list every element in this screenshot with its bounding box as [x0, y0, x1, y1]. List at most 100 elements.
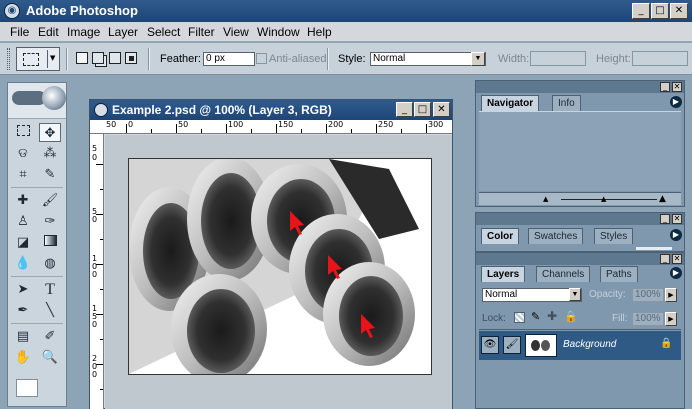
notes-tool-icon[interactable]: ▤ — [12, 327, 34, 346]
lock-all-icon[interactable]: 🔒 — [564, 310, 578, 323]
eyedropper-tool-icon[interactable]: ✐ — [39, 327, 61, 346]
document-canvas[interactable] — [128, 158, 432, 375]
tab-info[interactable]: Info — [552, 95, 581, 111]
lasso-tool-icon[interactable]: ଡ — [12, 144, 34, 163]
blend-mode-select[interactable]: Normal ▼ — [482, 288, 582, 302]
horizontal-ruler[interactable]: 50 0 50 100 150 200 250 300 — [90, 120, 452, 134]
zoom-in-icon[interactable]: ▲ — [659, 194, 666, 204]
ruler-label: 200 — [328, 120, 344, 129]
lock-brush-icon[interactable]: ✎ — [531, 310, 540, 323]
move-tool-icon[interactable]: ✥ — [39, 123, 61, 142]
panel-menu-arrow-icon[interactable]: ▶ — [670, 229, 682, 241]
panel-minimize-button[interactable]: _ — [660, 254, 670, 264]
ruler-label: 0 — [92, 270, 98, 279]
document-minimize-button[interactable]: _ — [396, 102, 413, 117]
hand-tool-icon[interactable]: ✋ — [12, 348, 34, 367]
layer-brush-icon[interactable]: 🖌 — [503, 336, 521, 354]
type-tool-icon[interactable]: T — [39, 280, 61, 299]
chevron-down-icon: ▼ — [50, 54, 56, 62]
pen-tool-icon[interactable]: ✒ — [12, 301, 34, 320]
document-close-button[interactable]: ✕ — [433, 102, 450, 117]
document-icon[interactable] — [94, 103, 108, 117]
intersect-selection-icon[interactable] — [125, 52, 137, 64]
panel-menu-arrow-icon[interactable]: ▶ — [670, 267, 682, 279]
height-input[interactable] — [632, 51, 688, 66]
panel-minimize-button[interactable]: _ — [660, 82, 670, 92]
add-to-selection-icon[interactable] — [92, 52, 104, 64]
dodge-tool-icon[interactable]: ◍ — [39, 254, 61, 273]
menu-filter[interactable]: Filter — [188, 25, 215, 39]
tab-swatches[interactable]: Swatches — [528, 228, 584, 244]
fill-slider-button[interactable]: ▶ — [665, 312, 677, 326]
tab-paths[interactable]: Paths — [600, 266, 638, 282]
document-title-bar[interactable]: Example 2.psd @ 100% (Layer 3, RGB) _ □ … — [90, 100, 452, 120]
fill-input[interactable]: 100% — [632, 312, 664, 326]
panel-minimize-button[interactable]: _ — [660, 214, 670, 224]
canvas-area[interactable] — [105, 135, 452, 409]
style-select[interactable]: Normal ▼ — [370, 52, 486, 66]
panel-menu-arrow-icon[interactable]: ▶ — [670, 96, 682, 108]
path-selection-tool-icon[interactable]: ➤ — [12, 280, 34, 299]
new-selection-icon[interactable] — [76, 52, 88, 64]
eraser-tool-icon[interactable]: ◪ — [12, 233, 34, 252]
style-select-value: Normal — [373, 53, 406, 64]
healing-brush-tool-icon[interactable]: ✚ — [12, 191, 34, 210]
color-panel: _ ✕ Color Swatches Styles ▶ — [475, 212, 685, 252]
clone-stamp-tool-icon[interactable]: ♙ — [12, 212, 34, 231]
tab-color[interactable]: Color — [481, 228, 520, 244]
antialiased-label: Anti-aliased — [269, 53, 327, 65]
menu-edit[interactable]: Edit — [38, 25, 59, 39]
subtract-from-selection-icon[interactable] — [109, 52, 121, 64]
zoom-tool-icon[interactable]: 🔍 — [39, 348, 61, 367]
photoshop-eye-icon[interactable]: ◉ — [4, 3, 20, 19]
color-ramp-scroll[interactable] — [636, 247, 672, 250]
feather-input[interactable]: 0 px — [203, 52, 255, 66]
opacity-input[interactable]: 100% — [632, 288, 664, 302]
menu-file[interactable]: File — [10, 25, 29, 39]
panel-close-button[interactable]: ✕ — [672, 82, 682, 92]
tab-layers[interactable]: Layers — [481, 266, 526, 282]
layer-thumbnail[interactable] — [525, 334, 557, 357]
menu-view[interactable]: View — [223, 25, 249, 39]
menu-image[interactable]: Image — [67, 25, 100, 39]
toolbox-header[interactable] — [8, 83, 66, 119]
menu-select[interactable]: Select — [147, 25, 180, 39]
vertical-ruler[interactable]: 5 0 5 0 1 0 0 1 5 0 2 0 0 — [90, 134, 104, 409]
zoom-slider[interactable] — [561, 199, 657, 200]
tab-navigator[interactable]: Navigator — [481, 95, 540, 111]
slice-tool-icon[interactable]: ✎ — [39, 165, 61, 184]
navigator-preview[interactable] — [479, 111, 681, 191]
maximize-button[interactable]: □ — [651, 3, 669, 19]
zoom-slider-handle-icon[interactable]: ▲ — [601, 195, 606, 203]
tool-preset-picker[interactable]: ▼ — [16, 47, 60, 71]
gradient-tool-icon[interactable] — [39, 233, 61, 252]
zoom-out-icon[interactable]: ▲ — [543, 195, 548, 203]
document-maximize-button[interactable]: □ — [414, 102, 431, 117]
magic-wand-tool-icon[interactable]: ⁂ — [39, 144, 61, 163]
layer-row-background[interactable]: 👁 🖌 Background 🔒 — [479, 331, 681, 360]
marquee-tool-icon[interactable] — [12, 123, 34, 142]
blur-tool-icon[interactable]: 💧 — [12, 254, 34, 273]
layer-visibility-eye-icon[interactable]: 👁 — [481, 336, 499, 354]
close-button[interactable]: ✕ — [670, 3, 688, 19]
minimize-button[interactable]: _ — [632, 3, 650, 19]
brush-tool-icon[interactable]: 🖌 — [39, 191, 61, 210]
menu-help[interactable]: Help — [307, 25, 332, 39]
tab-styles[interactable]: Styles — [594, 228, 634, 244]
panel-close-button[interactable]: ✕ — [672, 254, 682, 264]
opacity-slider-button[interactable]: ▶ — [665, 288, 677, 302]
lock-transparency-icon[interactable] — [514, 312, 525, 323]
antialiased-checkbox[interactable] — [256, 53, 267, 64]
menu-window[interactable]: Window — [257, 25, 300, 39]
panel-close-button[interactable]: ✕ — [672, 214, 682, 224]
lock-move-icon[interactable]: ✚ — [547, 309, 557, 323]
tab-channels[interactable]: Channels — [536, 266, 591, 282]
menu-layer[interactable]: Layer — [108, 25, 138, 39]
crop-tool-icon[interactable]: ⌗ — [12, 165, 34, 184]
line-tool-icon[interactable]: ╲ — [39, 301, 61, 320]
photoshop-eye-icon — [42, 86, 66, 110]
foreground-color-swatch[interactable] — [16, 379, 38, 397]
history-brush-tool-icon[interactable]: ✑ — [39, 212, 61, 231]
width-input[interactable] — [530, 51, 586, 66]
options-grip[interactable] — [7, 48, 10, 70]
